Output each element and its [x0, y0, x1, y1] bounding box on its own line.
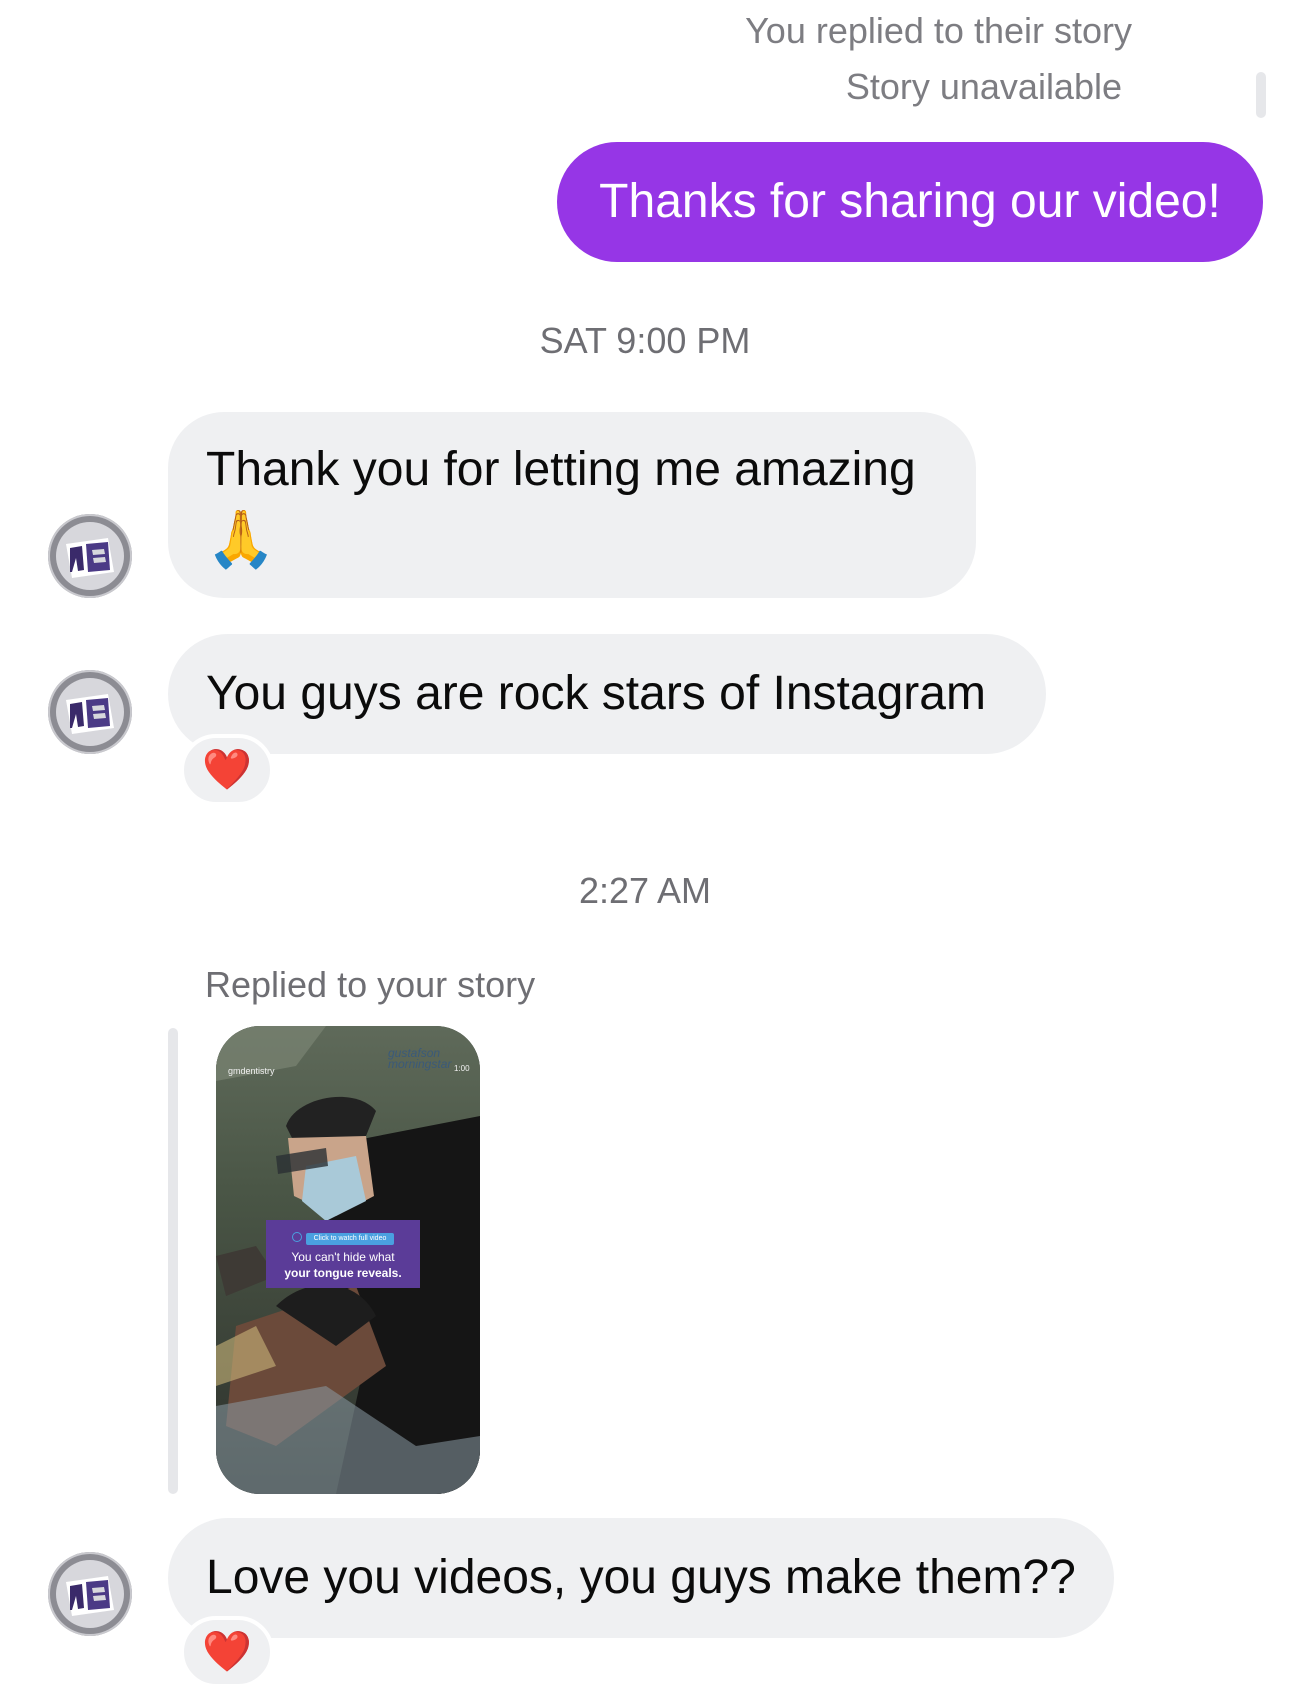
- praying-hands-emoji-icon: 🙏: [206, 507, 276, 570]
- heart-icon: ❤️: [202, 748, 252, 792]
- heart-icon: ❤️: [202, 1630, 252, 1674]
- story-preview-thumbnail[interactable]: gmdentistry gustafson morningstar 1:00 C…: [216, 1026, 480, 1494]
- avatar-logo-icon: [50, 1554, 130, 1634]
- replied-to-your-story-label: Replied to your story: [205, 964, 536, 1005]
- story-time-label: 1:00: [454, 1064, 470, 1073]
- play-ring-icon: [291, 1231, 302, 1242]
- sent-message-bubble[interactable]: Thanks for sharing our video!: [557, 142, 1263, 262]
- avatar-logo-icon: [50, 672, 130, 752]
- reply-indicator-bar: [1256, 72, 1266, 118]
- sender-avatar[interactable]: [48, 514, 132, 598]
- avatar-logo-icon: [50, 516, 130, 596]
- story-caption-line2: your tongue reveals.: [284, 1266, 402, 1280]
- received-message-bubble[interactable]: Love you videos, you guys make them??: [168, 1518, 1114, 1638]
- replied-to-story-label: You replied to their story: [745, 10, 1132, 51]
- watch-full-video-button[interactable]: Click to watch full video: [305, 1233, 395, 1245]
- heart-reaction[interactable]: ❤️: [180, 734, 274, 806]
- story-reply-indicator-bar: [168, 1028, 178, 1494]
- timestamp-divider: SAT 9:00 PM: [539, 320, 751, 361]
- story-caption-line1: You can't hide what: [291, 1250, 395, 1264]
- heart-reaction[interactable]: ❤️: [180, 1616, 274, 1688]
- story-unavailable-label: Story unavailable: [845, 66, 1122, 107]
- message-text: Thank you for letting me amazing: [206, 443, 916, 496]
- timestamp-divider: 2:27 AM: [578, 870, 712, 911]
- received-message-bubble[interactable]: You guys are rock stars of Instagram: [168, 634, 1046, 754]
- sender-avatar[interactable]: [48, 1552, 132, 1636]
- story-handle: gmdentistry: [228, 1066, 275, 1076]
- story-caption-overlay: Click to watch full video You can't hide…: [266, 1220, 420, 1288]
- sender-avatar[interactable]: [48, 670, 132, 754]
- received-message-bubble[interactable]: Thank you for letting me amazing 🙏: [168, 412, 976, 598]
